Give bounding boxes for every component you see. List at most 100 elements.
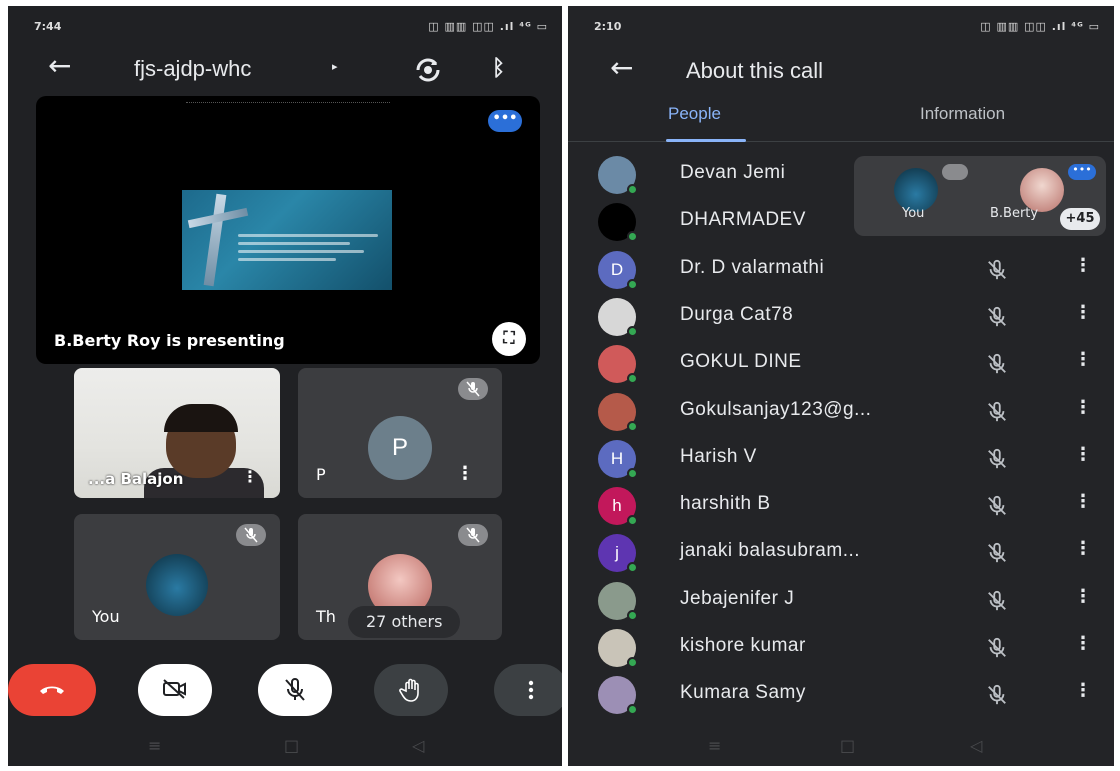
participant-name: Harish V [680,445,757,467]
android-nav-bar: ≡ □ ◁ [8,728,562,766]
avatar [598,676,638,716]
participant-row[interactable]: Gokulsanjay123@g... ⋮ [568,389,1114,436]
avatar [598,156,638,195]
recents-icon[interactable]: ≡ [708,736,721,755]
mic-off-icon [236,524,266,546]
online-indicator [627,184,638,195]
mic-off-icon [986,495,1008,521]
online-indicator [627,609,638,621]
more-vert-icon[interactable]: ⋮ [1074,633,1092,654]
more-vert-icon[interactable]: ⋮ [456,463,474,484]
online-indicator [627,657,638,668]
avatar [598,345,638,385]
bluetooth-audio-icon[interactable]: ᛒ [492,56,505,81]
fullscreen-icon[interactable]: ⛶ [492,322,526,356]
back-nav-icon[interactable]: ◁ [412,736,424,755]
call-header: ← fjs-ajdp-whc ▸ ᛒ [8,46,562,96]
home-icon[interactable]: □ [284,736,299,755]
participant-name: You [92,607,120,626]
recents-icon[interactable]: ≡ [148,736,161,755]
more-vert-icon[interactable]: ⋮ [1074,397,1092,418]
back-arrow-icon[interactable]: ← [610,54,633,82]
participant-row[interactable]: j janaki balasubram... ⋮ [568,530,1114,577]
participant-row[interactable]: GOKUL DINE ⋮ [568,341,1114,388]
mic-off-icon [942,164,968,180]
status-time: 7:44 [34,20,62,33]
pip-you-label: You [902,206,925,221]
avatar: j [598,534,638,574]
mic-toggle-button[interactable] [258,664,332,716]
mic-off-icon [986,637,1008,663]
status-bar: 7:44 ◫ ▥▥ ◫◫ .ıl ⁴ᴳ ▭ [8,6,562,46]
participant-row[interactable]: h harshith B ⋮ [568,483,1114,530]
mic-off-icon [458,524,488,546]
mic-off-icon [986,542,1008,568]
tab-people[interactable]: People [668,104,721,124]
shared-slide-image [182,190,392,290]
participant-row[interactable]: Jebajenifer J ⋮ [568,578,1114,625]
more-vert-icon[interactable]: ⋮ [1074,302,1092,323]
participant-row[interactable]: kishore kumar ⋮ [568,625,1114,672]
raise-hand-button[interactable] [374,664,448,716]
caret-right-icon[interactable]: ▸ [332,60,338,73]
presentation-more-button[interactable]: ••• [488,110,522,132]
picture-in-picture-overlay[interactable]: You ••• B.Berty +45 [854,156,1106,236]
end-call-button[interactable] [8,664,96,716]
participant-name: harshith B [680,493,771,515]
online-indicator [627,278,638,290]
more-vert-icon[interactable]: ⋮ [1074,255,1092,276]
others-count-pill[interactable]: 27 others [348,606,461,638]
more-vert-icon[interactable]: ⋮ [1074,586,1092,607]
active-tab-indicator [666,139,746,142]
participant-name: Devan Jemi [680,162,786,183]
more-vert-icon[interactable]: ⋮ [1074,680,1092,701]
online-indicator [627,467,638,479]
mic-off-icon [986,684,1008,710]
participant-row[interactable]: H Harish V ⋮ [568,436,1114,483]
participant-row[interactable]: Durga Cat78 ⋮ [568,294,1114,341]
status-time: 2:10 [594,20,622,33]
meeting-code-title[interactable]: fjs-ajdp-whc [134,56,251,82]
more-vert-icon[interactable]: ⋮ [242,467,258,486]
more-vert-icon [528,680,534,700]
avatar: H [598,439,638,479]
switch-camera-icon[interactable] [412,54,444,86]
presentation-tile[interactable]: ••• B.Berty Roy is presenting ⛶ [36,96,540,364]
participant-tile-you[interactable]: You [74,514,280,640]
tab-information[interactable]: Information [920,104,1005,124]
participant-row[interactable]: Kumara Samy ⋮ [568,672,1114,719]
mic-off-icon [986,590,1008,616]
avatar [598,297,638,337]
back-arrow-icon[interactable]: ← [48,52,71,80]
meet-call-screen: 7:44 ◫ ▥▥ ◫◫ .ıl ⁴ᴳ ▭ ← fjs-ajdp-whc ▸ ᛒ… [8,6,562,766]
avatar [598,203,638,243]
participant-name: P [316,465,326,484]
online-indicator [627,515,638,527]
more-vert-icon[interactable]: ⋮ [1074,349,1092,370]
camera-toggle-button[interactable] [138,664,212,716]
more-vert-icon[interactable]: ⋮ [1074,491,1092,512]
participant-name: ...a Balajon [88,470,184,488]
back-nav-icon[interactable]: ◁ [970,736,982,755]
more-vert-icon[interactable]: ⋮ [1074,444,1092,465]
android-nav-bar: ≡ □ ◁ [568,728,1114,766]
participant-name: DHARMADEV [680,209,806,231]
more-options-button[interactable] [494,664,562,716]
avatar [598,581,638,621]
home-icon[interactable]: □ [840,736,855,755]
mic-off-icon [986,401,1008,427]
mic-off-icon [986,259,1008,285]
mic-off-icon [986,306,1008,332]
more-horiz-icon[interactable]: ••• [1068,164,1096,180]
page-title: About this call [686,58,823,83]
online-indicator [627,231,638,243]
online-indicator [627,420,638,432]
participant-tile-p[interactable]: P P ⋮ [298,368,502,498]
more-vert-icon[interactable]: ⋮ [1074,538,1092,559]
participant-row[interactable]: D Dr. D valarmathi ⋮ [568,247,1114,294]
participant-name: Th [316,607,336,626]
status-icons: ◫ ▥▥ ◫◫ .ıl ⁴ᴳ ▭ [980,20,1100,33]
tab-bar: People Information [568,100,1114,142]
avatar: P [368,416,432,480]
participant-tile-camera[interactable]: ...a Balajon ⋮ [74,368,280,498]
